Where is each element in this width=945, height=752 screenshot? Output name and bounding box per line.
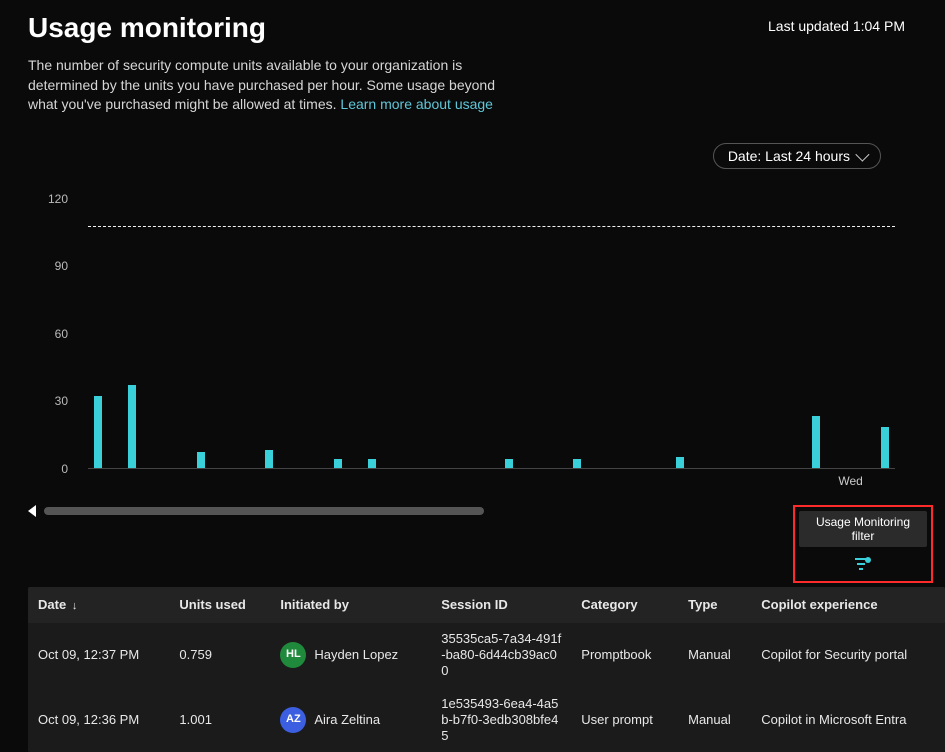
cell-units: 1.001	[169, 688, 270, 752]
cell-units: 0.759	[169, 623, 270, 688]
bar[interactable]	[676, 457, 684, 468]
cell-date: Oct 09, 12:36 PM	[28, 688, 169, 752]
bar-slot	[434, 199, 446, 468]
filter-icon	[854, 557, 872, 571]
cell-type: Manual	[678, 688, 751, 752]
bar[interactable]	[368, 459, 376, 468]
bar[interactable]	[128, 385, 136, 468]
cell-initiated-by: HL Hayden Lopez	[270, 623, 431, 688]
table-row[interactable]: Oct 09, 12:37 PM0.759 HL Hayden Lopez 35535…	[28, 623, 945, 688]
bar[interactable]	[94, 396, 102, 468]
bar-slot	[776, 199, 788, 468]
col-copilot-exp[interactable]: Copilot experience	[751, 587, 945, 623]
avatar: AZ	[280, 707, 306, 733]
cell-type: Manual	[678, 623, 751, 688]
bar-slot	[400, 199, 412, 468]
bar-slot	[160, 199, 172, 468]
bar-slot: Wed	[844, 199, 856, 468]
page-title: Usage monitoring	[28, 12, 266, 44]
usage-table: Date ↓ Units used Initiated by Session I…	[28, 587, 945, 752]
bar-slot	[537, 199, 549, 468]
date-range-label: Date: Last 24 hours	[728, 148, 850, 164]
bar[interactable]	[505, 459, 513, 468]
bar[interactable]	[334, 459, 342, 468]
bar-slot	[195, 199, 207, 468]
col-category[interactable]: Category	[571, 587, 678, 623]
bar-slot	[366, 199, 378, 468]
sort-desc-icon: ↓	[72, 600, 78, 612]
col-initiated[interactable]: Initiated by	[270, 587, 431, 623]
usage-filter-tooltip: Usage Monitoring filter	[799, 511, 927, 547]
bar-slot	[639, 199, 651, 468]
bar-slot	[673, 199, 685, 468]
y-tick: 120	[48, 192, 68, 206]
last-updated-text: Last updated 1:04 PM	[768, 12, 905, 34]
cell-initiated-by: AZ Aira Zeltina	[270, 688, 431, 752]
initiator-name: Aira Zeltina	[314, 712, 380, 728]
bar[interactable]	[265, 450, 273, 468]
learn-more-link[interactable]: Learn more about usage	[340, 96, 493, 112]
cell-session-id: 1e535493-6ea4-4a5b-b7f0-3edb308bfe45	[431, 688, 571, 752]
col-session[interactable]: Session ID	[431, 587, 571, 623]
bar-slot	[468, 199, 480, 468]
bar-slot	[810, 199, 822, 468]
bar-slot	[571, 199, 583, 468]
bar-slot	[331, 199, 343, 468]
page-description: The number of security compute units ava…	[0, 44, 560, 115]
bar[interactable]	[573, 459, 581, 468]
cell-category: Promptbook	[571, 623, 678, 688]
bar-slot	[229, 199, 241, 468]
chevron-down-icon	[855, 147, 869, 161]
col-date[interactable]: Date ↓	[28, 587, 169, 623]
scroll-left-icon[interactable]	[28, 505, 36, 517]
bar-slot	[126, 199, 138, 468]
avatar: HL	[280, 642, 306, 668]
bar-slot	[879, 199, 891, 468]
date-range-filter[interactable]: Date: Last 24 hours	[713, 143, 881, 169]
bar-slot	[742, 199, 754, 468]
bar-slot	[708, 199, 720, 468]
bar[interactable]	[881, 427, 889, 467]
cell-copilot-experience: Copilot for Security portal	[751, 623, 945, 688]
cell-date: Oct 09, 12:37 PM	[28, 623, 169, 688]
x-tick-label: Wed	[838, 474, 862, 488]
bar-slot	[263, 199, 275, 468]
bar[interactable]	[197, 452, 205, 468]
table-row[interactable]: Oct 09, 12:36 PM1.001 AZ Aira Zeltina 1e535…	[28, 688, 945, 752]
usage-chart: 0306090120 Wed	[28, 199, 905, 499]
y-tick: 0	[61, 462, 68, 476]
initiator-name: Hayden Lopez	[314, 647, 398, 663]
bar-slot	[92, 199, 104, 468]
col-date-label: Date	[38, 597, 66, 612]
cell-session-id: 35535ca5-7a34-491f-ba80-6d44cb39ac00	[431, 623, 571, 688]
bar[interactable]	[812, 416, 820, 468]
bar-slot	[605, 199, 617, 468]
col-units[interactable]: Units used	[169, 587, 270, 623]
col-type[interactable]: Type	[678, 587, 751, 623]
y-tick: 60	[55, 327, 68, 341]
y-tick: 90	[55, 259, 68, 273]
usage-filter-callout: Usage Monitoring filter	[793, 505, 933, 583]
cell-copilot-experience: Copilot in Microsoft Entra	[751, 688, 945, 752]
y-tick: 30	[55, 394, 68, 408]
horizontal-scrollbar[interactable]	[44, 507, 484, 515]
bar-slot	[297, 199, 309, 468]
usage-filter-button[interactable]	[799, 557, 927, 577]
cell-category: User prompt	[571, 688, 678, 752]
bar-slot	[502, 199, 514, 468]
